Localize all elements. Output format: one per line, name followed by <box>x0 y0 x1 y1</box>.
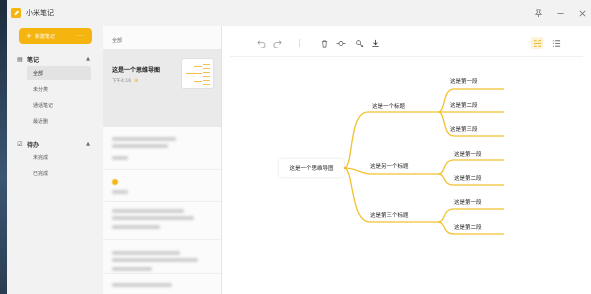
note-list: 全部 这是一个思维导图 下午4:16 ⊛ <box>103 26 222 294</box>
pin-icon[interactable] <box>529 4 547 22</box>
notes-section-header[interactable]: ▤ 笔记 ▲ <box>16 53 94 65</box>
title-bar: 小米笔记 <box>7 0 591 26</box>
plus-icon: + <box>26 32 32 40</box>
sidebar-item-completed[interactable]: 已完成 <box>27 166 91 180</box>
mind-map-branch-node[interactable]: 这是另一个标题 <box>370 162 409 170</box>
new-note-label: 新建笔记 <box>34 33 55 40</box>
note-time: 下午4:16 <box>112 79 132 84</box>
sidebar-item-call-notes[interactable]: 通话笔记 <box>27 98 91 112</box>
sidebar-item-recently-deleted[interactable]: 最近删 <box>27 114 91 128</box>
sidebar-item-all[interactable]: 全部 <box>27 66 91 80</box>
sidebar-item-uncategorized[interactable]: 未分类 <box>27 82 91 96</box>
desktop-edge <box>0 0 7 294</box>
app-window: 小米笔记 + 新建笔记 ··· ▤ 笔记 ▲ 全部 未分类 通话笔记 最近删 ☑… <box>7 0 591 294</box>
app-logo-icon <box>11 8 21 18</box>
mind-map-leaf-node[interactable]: 这是第二段 <box>454 223 482 231</box>
mind-map-branch-node[interactable]: 这是一个标题 <box>372 102 405 110</box>
todo-section-label: 待办 <box>27 141 40 149</box>
mind-map-leaf-node[interactable]: 这是第一段 <box>454 198 482 206</box>
mind-map-canvas[interactable]: 这是一个思维导图 这是一个标题 这是另一个标题 这是第三个标题 这是第一段 这是… <box>222 26 591 294</box>
app-title: 小米笔记 <box>26 9 54 17</box>
editor-panel: 这是一个思维导图 这是一个标题 这是另一个标题 这是第三个标题 这是第一段 这是… <box>222 26 591 294</box>
todo-section-header[interactable]: ☑ 待办 ▲ <box>16 138 94 150</box>
sidebar-item-incomplete[interactable]: 未完成 <box>27 150 91 164</box>
minimize-icon[interactable] <box>551 4 569 22</box>
list-item[interactable] <box>103 274 221 294</box>
chevron-down-icon: ▲ <box>86 141 90 147</box>
mind-map-connectors <box>343 88 504 235</box>
checkbox-icon: ☑ <box>17 140 23 148</box>
list-item[interactable] <box>103 202 221 240</box>
sidebar: + 新建笔记 ··· ▤ 笔记 ▲ 全部 未分类 通话笔记 最近删 ☑ 待办 ▲… <box>7 26 103 294</box>
window-controls <box>525 0 591 26</box>
mind-map-leaf-node[interactable]: 这是第三段 <box>450 125 478 133</box>
list-item[interactable] <box>103 240 221 274</box>
note-meta: 下午4:16 ⊛ <box>112 78 138 84</box>
close-icon[interactable] <box>573 4 591 22</box>
list-item[interactable] <box>103 127 221 170</box>
chevron-down-icon: ▲ <box>86 56 90 62</box>
more-options-button[interactable]: ··· <box>77 33 84 40</box>
list-item[interactable] <box>103 170 221 202</box>
mind-map-leaf-node[interactable]: 这是第二段 <box>454 174 482 182</box>
new-note-button[interactable]: + 新建笔记 ··· <box>19 28 92 44</box>
mind-map-leaf-node[interactable]: 这是第一段 <box>454 150 482 158</box>
notes-section-label: 笔记 <box>27 56 40 64</box>
note-title: 这是一个思维导图 <box>112 67 161 74</box>
mind-map-leaf-node[interactable]: 这是第一段 <box>450 77 478 85</box>
mind-map-root-node[interactable]: 这是一个思维导图 <box>279 159 344 177</box>
note-list-header: 全部 <box>112 38 123 44</box>
mind-map-icon: ⊛ <box>134 78 139 84</box>
mind-map-branch-node[interactable]: 这是第三个标题 <box>370 211 409 219</box>
note-thumbnail <box>181 58 214 89</box>
note-card-selected[interactable]: 这是一个思维导图 下午4:16 ⊛ <box>103 49 221 127</box>
mind-map-leaf-node[interactable]: 这是第二段 <box>450 101 478 109</box>
notes-icon: ▤ <box>17 55 23 63</box>
